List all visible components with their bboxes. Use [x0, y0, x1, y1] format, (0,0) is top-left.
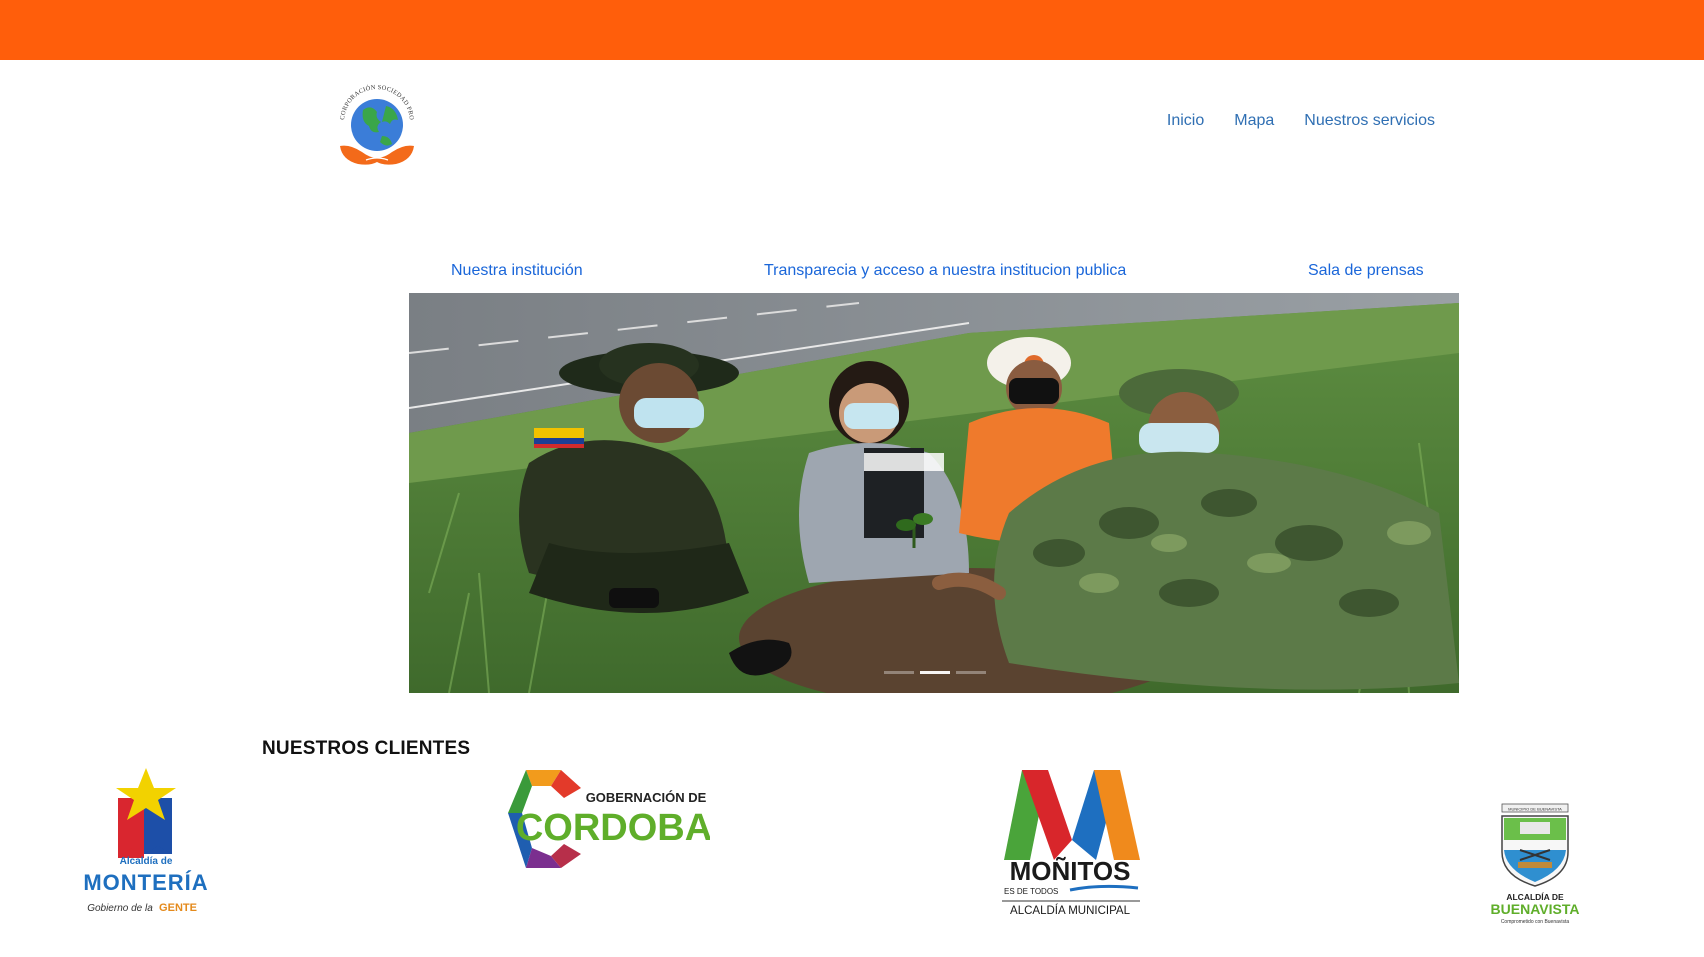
- svg-text:CORDOBA: CORDOBA: [516, 807, 710, 849]
- carousel-dot-3[interactable]: [956, 671, 986, 674]
- svg-text:ES DE TODOS: ES DE TODOS: [1004, 887, 1058, 896]
- svg-text:GENTE: GENTE: [159, 902, 197, 914]
- monitos-logo-icon: MOÑITOS ES DE TODOS ALCALDÍA MUNICIPAL: [1002, 770, 1140, 917]
- carousel-dot-2[interactable]: [920, 671, 950, 674]
- globe-hands-logo-icon: CORPORACIÓN SOCIEDAD PROSPERAR: [334, 79, 415, 165]
- top-orange-bar: [0, 0, 1704, 60]
- secondary-nav: Nuestra institución Transparecia y acces…: [0, 262, 1704, 282]
- svg-text:GOBERNACIÓN DE: GOBERNACIÓN DE: [586, 790, 707, 805]
- link-nuestra-institucion[interactable]: Nuestra institución: [451, 262, 583, 280]
- svg-text:Comprometido con Buenavista: Comprometido con Buenavista: [1501, 919, 1570, 925]
- carousel-indicators: [884, 671, 986, 674]
- monteria-logo-icon: Alcaldía de MONTERÍA Gobierno de la GENT…: [83, 768, 208, 914]
- tree-planting-photo: [409, 293, 1459, 693]
- link-sala-de-prensas[interactable]: Sala de prensas: [1308, 262, 1424, 280]
- svg-text:Gobierno de la: Gobierno de la: [87, 903, 153, 914]
- svg-text:Alcaldía de: Alcaldía de: [120, 856, 173, 867]
- svg-text:MOÑITOS: MOÑITOS: [1010, 856, 1131, 886]
- cordoba-logo-icon: GOBERNACIÓN DE CORDOBA: [508, 770, 712, 868]
- link-transparencia[interactable]: Transparecia y acceso a nuestra instituc…: [764, 262, 1126, 280]
- carousel-dot-1[interactable]: [884, 671, 914, 674]
- main-nav: Inicio Mapa Nuestros servicios: [1167, 112, 1435, 130]
- svg-text:MUNICIPIO DE BUENAVISTA: MUNICIPIO DE BUENAVISTA: [1508, 807, 1562, 812]
- client-logo-buenavista[interactable]: MUNICIPIO DE BUENAVISTA ALCALDÍA DE BUEN…: [1480, 802, 1590, 928]
- site-logo[interactable]: CORPORACIÓN SOCIEDAD PROSPERAR: [334, 79, 418, 172]
- nav-nuestros-servicios[interactable]: Nuestros servicios: [1304, 112, 1435, 130]
- svg-text:BUENAVISTA: BUENAVISTA: [1491, 901, 1580, 917]
- nav-inicio[interactable]: Inicio: [1167, 112, 1204, 130]
- client-logo-monitos[interactable]: MOÑITOS ES DE TODOS ALCALDÍA MUNICIPAL: [1000, 770, 1144, 920]
- svg-text:MONTERÍA: MONTERÍA: [83, 870, 208, 895]
- client-logo-cordoba[interactable]: GOBERNACIÓN DE CORDOBA: [506, 768, 712, 872]
- clients-heading: NUESTROS CLIENTES: [262, 738, 471, 759]
- hero-carousel[interactable]: [409, 293, 1459, 693]
- nav-mapa[interactable]: Mapa: [1234, 112, 1274, 130]
- svg-text:ALCALDÍA MUNICIPAL: ALCALDÍA MUNICIPAL: [1010, 904, 1131, 917]
- client-logo-monteria[interactable]: Alcaldía de MONTERÍA Gobierno de la GENT…: [70, 768, 222, 920]
- buenavista-logo-icon: MUNICIPIO DE BUENAVISTA ALCALDÍA DE BUEN…: [1491, 803, 1580, 925]
